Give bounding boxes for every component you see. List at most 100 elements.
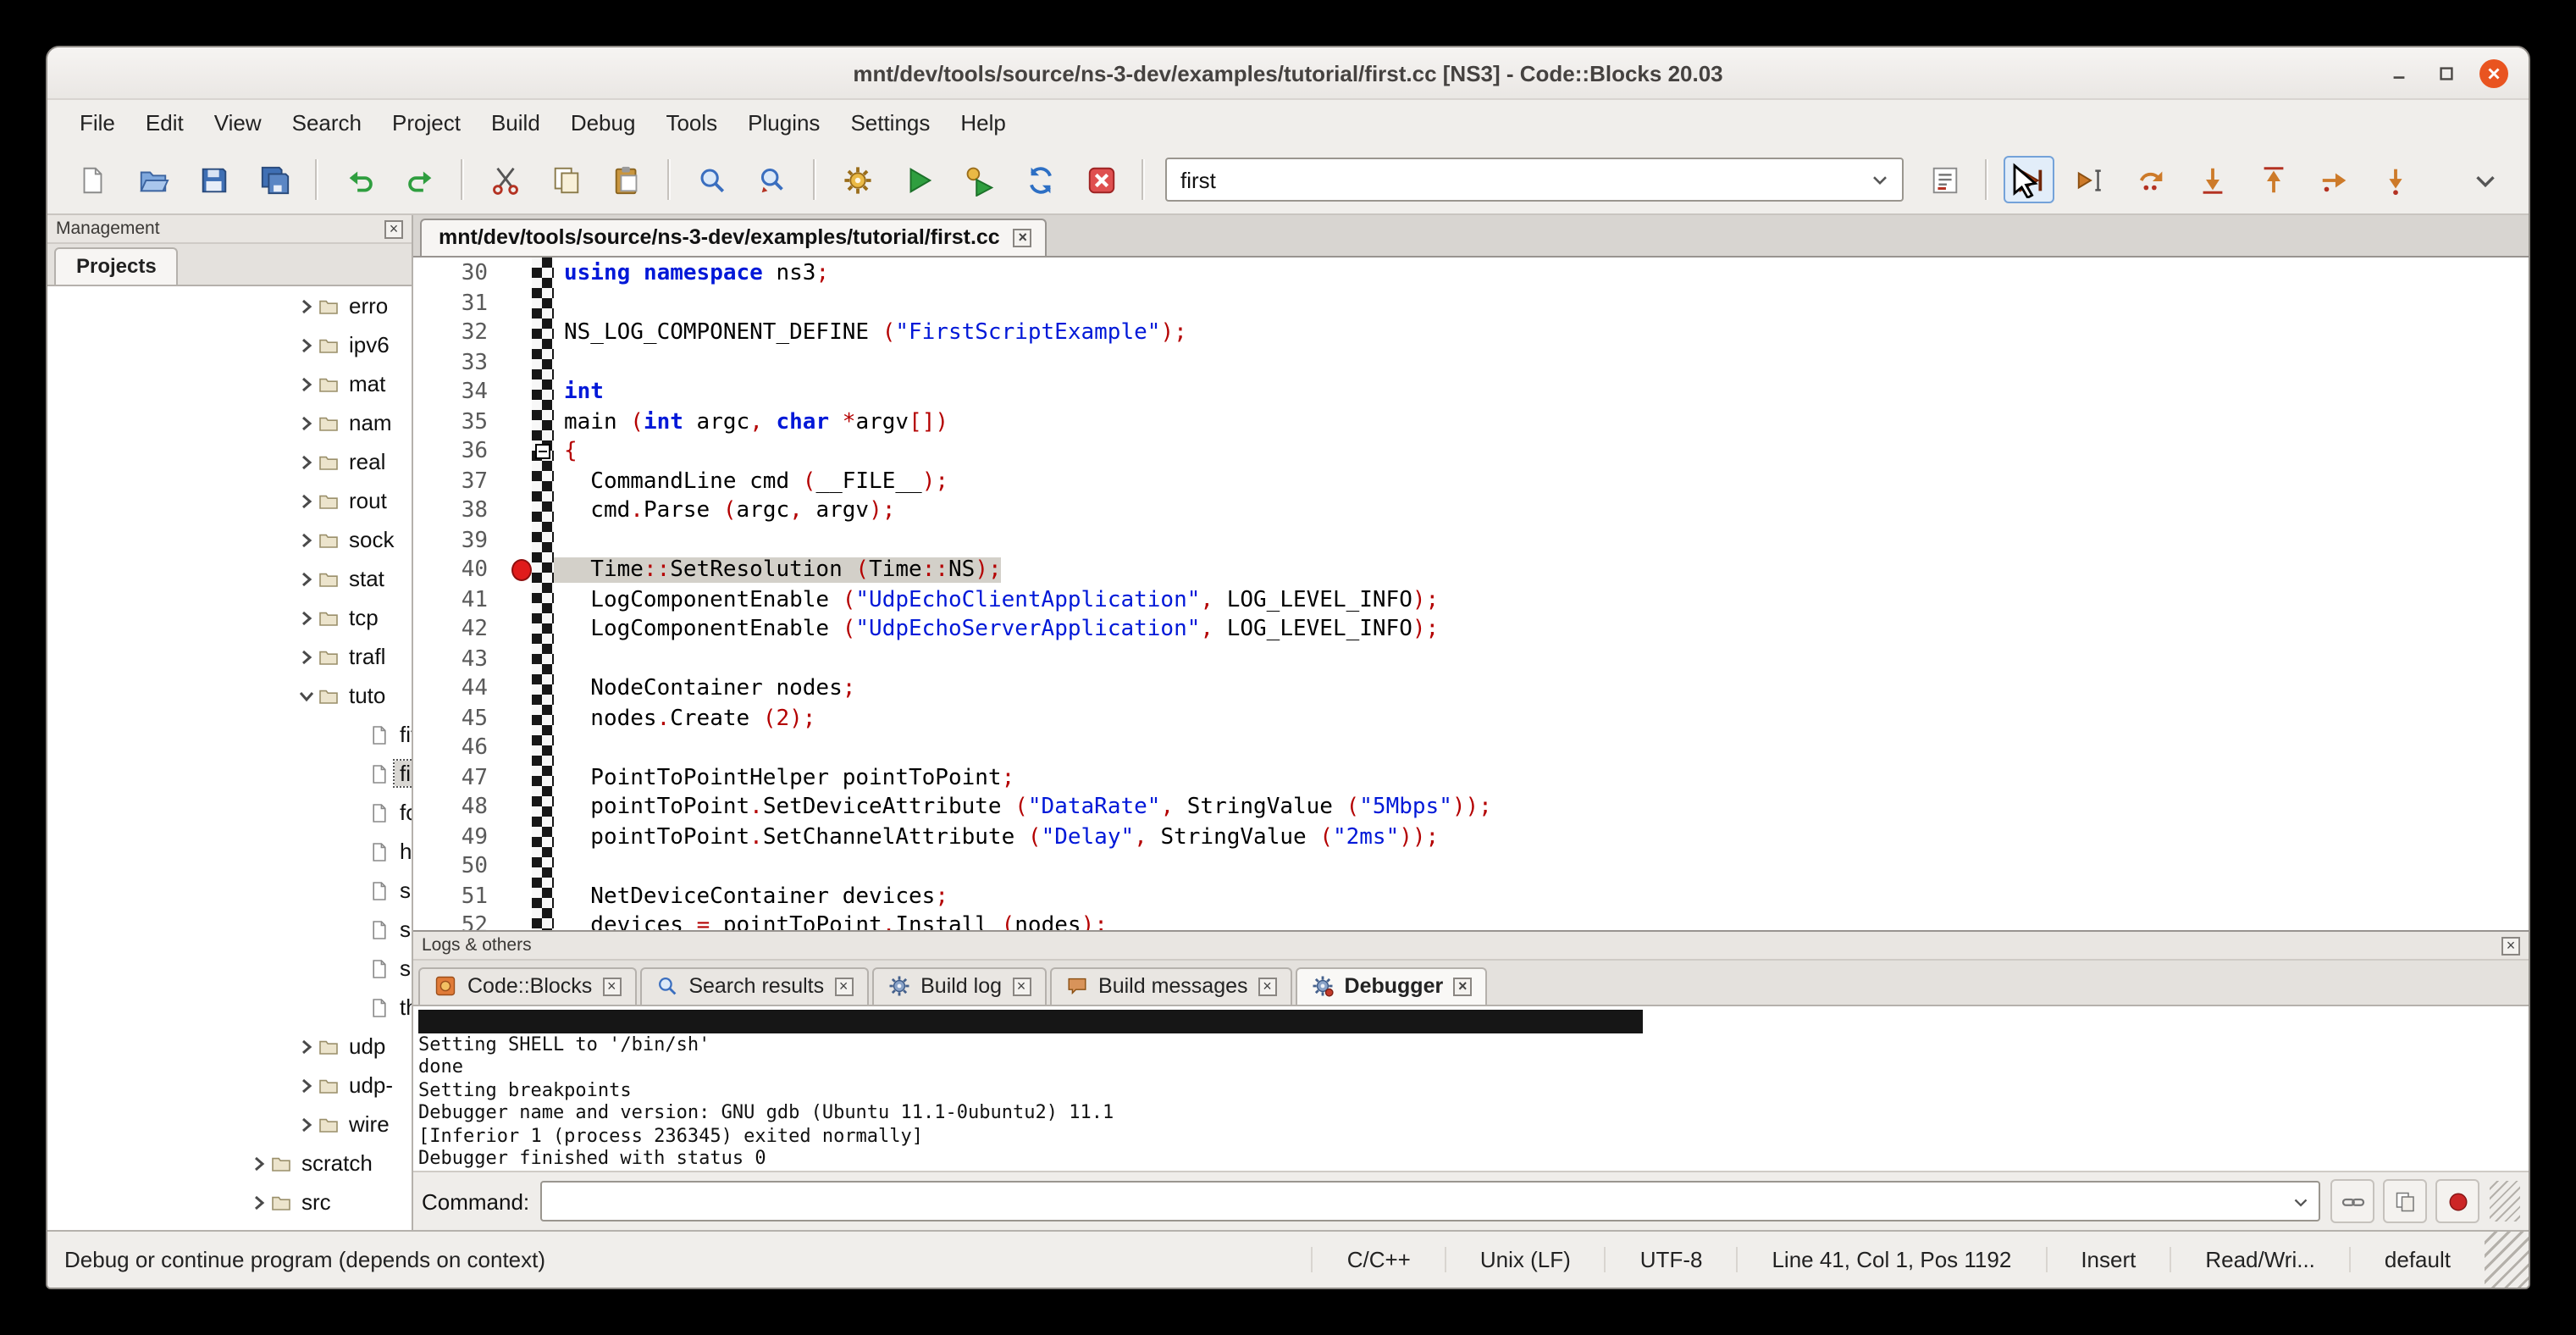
undo-button[interactable] [334, 156, 384, 203]
tree-item-fif[interactable]: fif [47, 715, 412, 754]
tree-item-ipv6[interactable]: ipv6 [47, 325, 412, 364]
chevron-right-icon[interactable] [298, 453, 318, 470]
close-management-icon[interactable]: × [384, 219, 403, 238]
toolbar-overflow-button[interactable] [2459, 156, 2510, 203]
tree-item-src[interactable]: src [47, 1183, 412, 1221]
code-line[interactable]: 50 [413, 852, 2529, 882]
menu-file[interactable]: File [64, 103, 130, 142]
maximize-button[interactable] [2432, 58, 2461, 87]
command-input[interactable] [541, 1189, 2290, 1213]
step-into-button[interactable] [2186, 156, 2237, 203]
chevron-right-icon[interactable] [298, 570, 318, 587]
next-instruction-button[interactable] [2308, 156, 2359, 203]
tree-item-mat[interactable]: mat [47, 364, 412, 403]
close-tab-icon[interactable]: × [1012, 977, 1031, 995]
code-line[interactable]: 34int [413, 378, 2529, 407]
chevron-right-icon[interactable] [298, 492, 318, 509]
tree-item-rout[interactable]: rout [47, 481, 412, 520]
code-line[interactable]: 32NS_LOG_COMPONENT_DEFINE ("FirstScriptE… [413, 319, 2529, 348]
code-line[interactable]: 36{ [413, 437, 2529, 467]
rebuild-button[interactable] [1014, 156, 1065, 203]
run-button[interactable] [893, 156, 943, 203]
chevron-right-icon[interactable] [298, 336, 318, 353]
tree-item-fo[interactable]: fo [47, 793, 412, 832]
tree-item-he[interactable]: he [47, 832, 412, 871]
chevron-right-icon[interactable] [251, 1194, 271, 1210]
menu-debug[interactable]: Debug [556, 103, 651, 142]
tree-item-wire[interactable]: wire [47, 1105, 412, 1144]
chevron-right-icon[interactable] [298, 375, 318, 392]
tree-item-udp[interactable]: udp- [47, 1066, 412, 1105]
chevron-down-icon[interactable] [1868, 168, 1902, 191]
tree-item-scratch[interactable]: scratch [47, 1144, 412, 1183]
menu-tools[interactable]: Tools [650, 103, 732, 142]
editor-tab-first-cc[interactable]: mnt/dev/tools/source/ns-3-dev/examples/t… [420, 219, 1048, 256]
next-line-button[interactable] [2125, 156, 2176, 203]
chevron-right-icon[interactable] [298, 414, 318, 431]
abort-build-button[interactable] [1075, 156, 1126, 203]
code-line[interactable]: 45 nodes.Create (2); [413, 704, 2529, 734]
chevron-down-icon[interactable] [2290, 1190, 2319, 1212]
chevron-down-icon[interactable] [298, 687, 318, 704]
code-line[interactable]: 42 LogComponentEnable ("UdpEchoServerApp… [413, 615, 2529, 645]
menu-settings[interactable]: Settings [835, 103, 945, 142]
code-editor[interactable]: 30using namespace ns3;3132NS_LOG_COMPONE… [413, 258, 2529, 930]
code-line[interactable]: 47 PointToPointHelper pointToPoint; [413, 763, 2529, 793]
todo-list-button[interactable] [1919, 156, 1970, 203]
cut-button[interactable] [479, 156, 530, 203]
chevron-right-icon[interactable] [298, 1116, 318, 1133]
build-and-run-button[interactable] [954, 156, 1004, 203]
save-file-button[interactable] [188, 156, 239, 203]
tree-item-se[interactable]: se [47, 910, 412, 949]
find-button[interactable] [686, 156, 737, 203]
command-link-button[interactable] [2330, 1179, 2374, 1223]
code-line[interactable]: 40 Time::SetResolution (Time::NS); [413, 556, 2529, 585]
code-line[interactable]: 49 pointToPoint.SetChannelAttribute ("De… [413, 823, 2529, 852]
tree-item-stat[interactable]: stat [47, 559, 412, 598]
close-tab-icon[interactable]: × [602, 977, 621, 995]
command-stop-button[interactable] [2435, 1179, 2479, 1223]
paste-button[interactable] [601, 156, 652, 203]
code-line[interactable]: 41 LogComponentEnable ("UdpEchoClientApp… [413, 585, 2529, 615]
chevron-right-icon[interactable] [298, 648, 318, 665]
close-tab-icon[interactable]: × [1258, 977, 1277, 995]
close-editor-tab-icon[interactable]: × [1014, 228, 1032, 247]
run-to-cursor-button[interactable] [2065, 156, 2115, 203]
build-button[interactable] [832, 156, 882, 203]
code-line[interactable]: 46 [413, 734, 2529, 763]
new-file-button[interactable] [66, 156, 117, 203]
code-line[interactable]: 52 devices = pointToPoint.Install (nodes… [413, 911, 2529, 930]
tree-item-th[interactable]: th [47, 988, 412, 1027]
code-line[interactable]: 39 [413, 526, 2529, 556]
tree-item-six[interactable]: six [47, 949, 412, 988]
chevron-right-icon[interactable] [298, 1038, 318, 1055]
close-tab-icon[interactable]: × [834, 977, 853, 995]
save-all-button[interactable] [249, 156, 300, 203]
log-tab-code-blocks[interactable]: Code::Blocks× [418, 967, 636, 1005]
menu-search[interactable]: Search [277, 103, 377, 142]
step-into-instruction-button[interactable] [2369, 156, 2420, 203]
copy-button[interactable] [540, 156, 591, 203]
code-line[interactable]: 38 cmd.Parse (argc, argv); [413, 496, 2529, 526]
chevron-right-icon[interactable] [298, 297, 318, 314]
menu-help[interactable]: Help [945, 103, 1021, 142]
chevron-right-icon[interactable] [298, 609, 318, 626]
code-line[interactable]: 31 [413, 289, 2529, 319]
tree-item-tuto[interactable]: tuto [47, 676, 412, 715]
tree-item-fir[interactable]: fir [47, 754, 412, 793]
tree-item-sock[interactable]: sock [47, 520, 412, 559]
window-resize-grip[interactable] [2485, 1232, 2529, 1288]
tab-projects[interactable]: Projects [54, 247, 179, 285]
code-line[interactable]: 51 NetDeviceContainer devices; [413, 882, 2529, 911]
tree-item-tcp[interactable]: tcp [47, 598, 412, 637]
title-bar[interactable]: mnt/dev/tools/source/ns-3-dev/examples/t… [47, 47, 2529, 100]
code-line[interactable]: 35main (int argc, char *argv[]) [413, 407, 2529, 437]
chevron-right-icon[interactable] [298, 531, 318, 548]
code-line[interactable]: 37 CommandLine cmd (__FILE__); [413, 467, 2529, 496]
menu-plugins[interactable]: Plugins [732, 103, 835, 142]
find-replace-button[interactable] [747, 156, 798, 203]
close-tab-icon[interactable]: × [1453, 977, 1472, 995]
command-copy-button[interactable] [2383, 1179, 2427, 1223]
code-line[interactable]: 30using namespace ns3; [413, 259, 2529, 289]
step-out-button[interactable] [2247, 156, 2298, 203]
